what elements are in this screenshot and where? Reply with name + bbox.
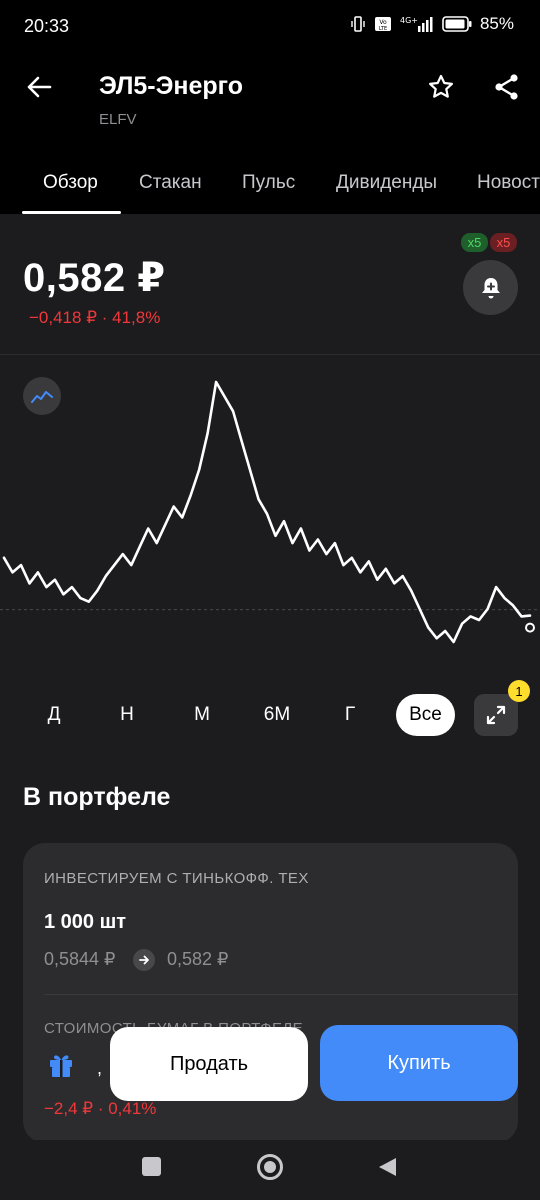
expand-notification-badge: 1	[508, 680, 530, 702]
portfolio-value-change: −2,4 ₽ · 0,41%	[44, 1099, 157, 1118]
battery-icon	[442, 16, 472, 32]
share-icon	[495, 74, 518, 100]
back-triangle-icon[interactable]	[377, 1156, 399, 1178]
signal-icon: 4G+	[400, 16, 433, 32]
alert-badge-green: x5	[461, 233, 488, 252]
tab-order-book[interactable]: Стакан	[139, 172, 202, 194]
home-icon[interactable]	[257, 1154, 283, 1180]
line-chart-icon	[31, 391, 53, 403]
period-year[interactable]: Г	[329, 694, 371, 736]
period-month[interactable]: М	[181, 694, 223, 736]
header: ЭЛ5-Энерго ELFV	[0, 60, 540, 140]
arrow-left-icon	[27, 76, 52, 98]
price-chart[interactable]	[0, 370, 540, 670]
tab-pulse[interactable]: Пульс	[242, 172, 295, 194]
svg-text:4G+: 4G+	[400, 16, 418, 25]
period-day[interactable]: Д	[33, 694, 75, 736]
status-bar: 20:33 Vo LTE 4G+ 85%	[0, 0, 540, 52]
chart-type-button[interactable]	[23, 377, 61, 415]
system-nav-bar	[0, 1140, 540, 1200]
position-quantity: 1 000 шт	[44, 911, 127, 933]
buy-button[interactable]: Купить	[320, 1025, 518, 1101]
tab-bar: Обзор Стакан Пульс Дивиденды Новости	[0, 160, 540, 214]
tab-overview[interactable]: Обзор	[43, 172, 98, 194]
active-tab-indicator	[22, 211, 121, 214]
price-change: −0,418 ₽ · 41,8%	[29, 308, 161, 327]
star-icon	[429, 74, 453, 98]
sell-button[interactable]: Продать	[110, 1027, 308, 1101]
arrow-right-icon	[133, 949, 155, 971]
tab-news[interactable]: Новости	[477, 172, 540, 194]
instrument-title: ЭЛ5-Энерго	[99, 72, 244, 100]
share-button[interactable]	[490, 70, 524, 104]
card-divider	[44, 994, 518, 995]
period-6m[interactable]: 6М	[253, 694, 301, 736]
expand-icon	[486, 705, 506, 725]
fullscreen-chart-button[interactable]	[474, 694, 518, 736]
favorite-button[interactable]	[424, 70, 458, 104]
svg-text:Vo: Vo	[379, 19, 387, 26]
battery-percent: 85%	[479, 14, 514, 33]
last-price-point	[525, 622, 535, 633]
current-position-price: 0,582 ₽	[167, 949, 229, 969]
current-price: 0,582 ₽	[23, 256, 166, 300]
period-all[interactable]: Все	[396, 694, 455, 736]
home-icon-inner	[264, 1161, 276, 1173]
price-alert-button[interactable]	[463, 260, 518, 315]
average-price: 0,5844 ₽	[44, 949, 116, 969]
period-week[interactable]: Н	[106, 694, 148, 736]
instrument-ticker: ELFV	[99, 111, 137, 128]
bell-plus-icon	[481, 277, 500, 298]
portfolio-section-title: В портфеле	[23, 783, 171, 811]
quote-divider	[0, 354, 540, 355]
recent-apps-icon[interactable]	[142, 1157, 161, 1176]
svg-text:LTE: LTE	[379, 26, 387, 32]
back-button[interactable]	[22, 70, 56, 104]
tab-dividends[interactable]: Дивиденды	[336, 172, 437, 194]
account-name: ИНВЕСТИРУЕМ С ТИНЬКОФФ. TEX	[44, 870, 309, 887]
status-icons: Vo LTE 4G+ 85%	[350, 14, 514, 34]
price-line	[2, 380, 532, 644]
status-time: 20:33	[24, 16, 70, 36]
period-selector: Д Н М 6М Г Все	[0, 694, 540, 738]
gift-icon[interactable]	[46, 1049, 76, 1079]
alert-badge-red: x5	[490, 233, 517, 252]
vibrate-icon	[351, 16, 365, 32]
hidden-text-fragment: ,	[97, 1058, 103, 1078]
volte-icon: VoLTE	[374, 17, 391, 32]
